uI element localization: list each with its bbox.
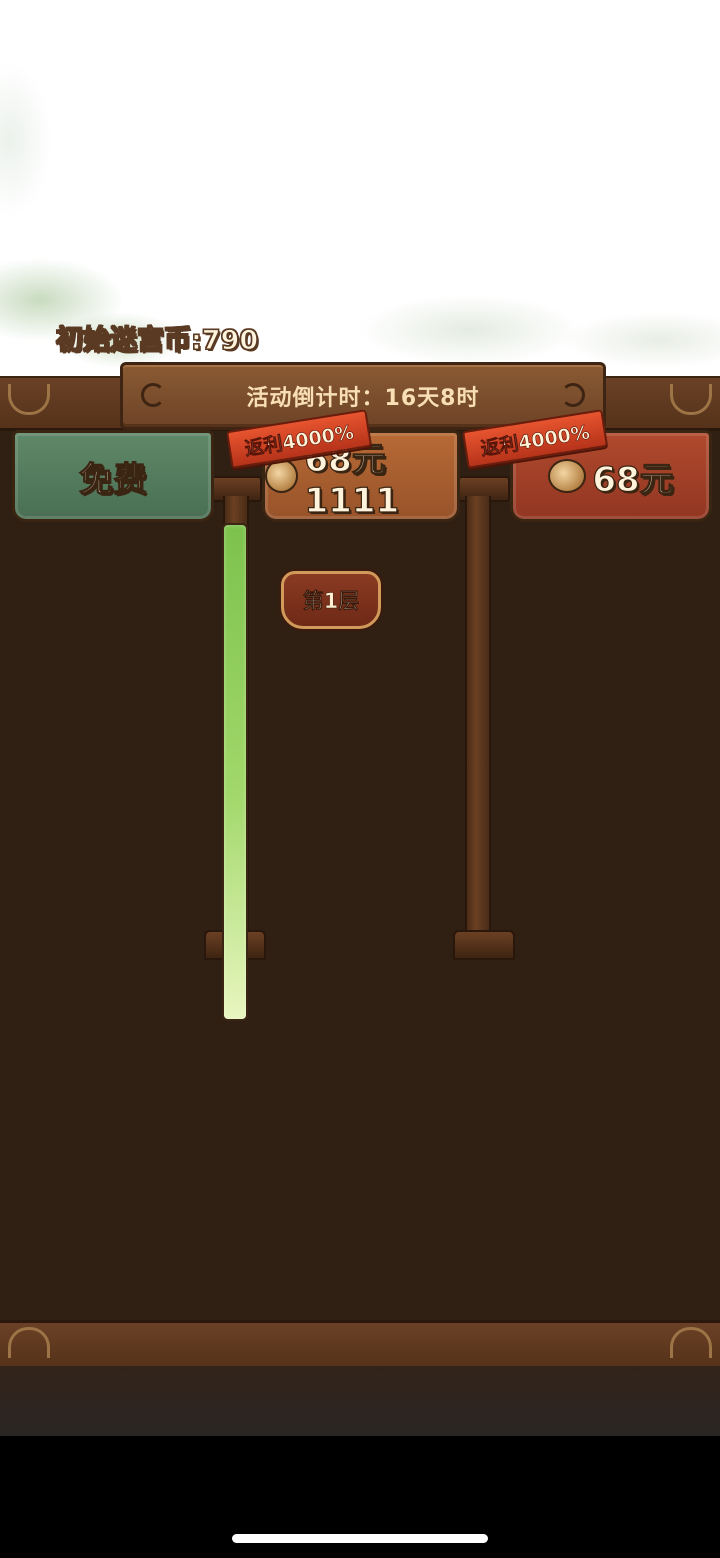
plank-curl-left [141, 383, 165, 407]
rail-ornament-bottom-right [670, 1327, 712, 1358]
rail-ornament-left [8, 384, 50, 415]
tab-free[interactable]: 免费 [12, 430, 214, 522]
game-board [0, 376, 720, 1436]
plank-curl-right [561, 383, 585, 407]
pillar-base-right [453, 930, 515, 960]
progress-fill [224, 525, 246, 1019]
coin-icon [548, 459, 587, 493]
coin-icon [265, 459, 299, 493]
board-bottom-rail [0, 1320, 720, 1370]
rail-ornament-bottom-left [8, 1327, 50, 1358]
initial-maze-coins-label: 初始迷宫币:790 [55, 324, 259, 356]
home-indicator[interactable] [232, 1534, 488, 1543]
floor-label: 第1层 [302, 589, 360, 614]
floor-badge[interactable]: 第1层 [281, 571, 381, 629]
tab-free-label: 免费 [78, 459, 147, 500]
countdown-text: 活动倒计时：16天8时 [246, 386, 480, 411]
tab-68-yuan-b-label: 68元 [592, 459, 675, 500]
rail-ornament-right [670, 384, 712, 415]
bottom-strip [0, 1366, 720, 1438]
pillar-right [465, 496, 491, 931]
